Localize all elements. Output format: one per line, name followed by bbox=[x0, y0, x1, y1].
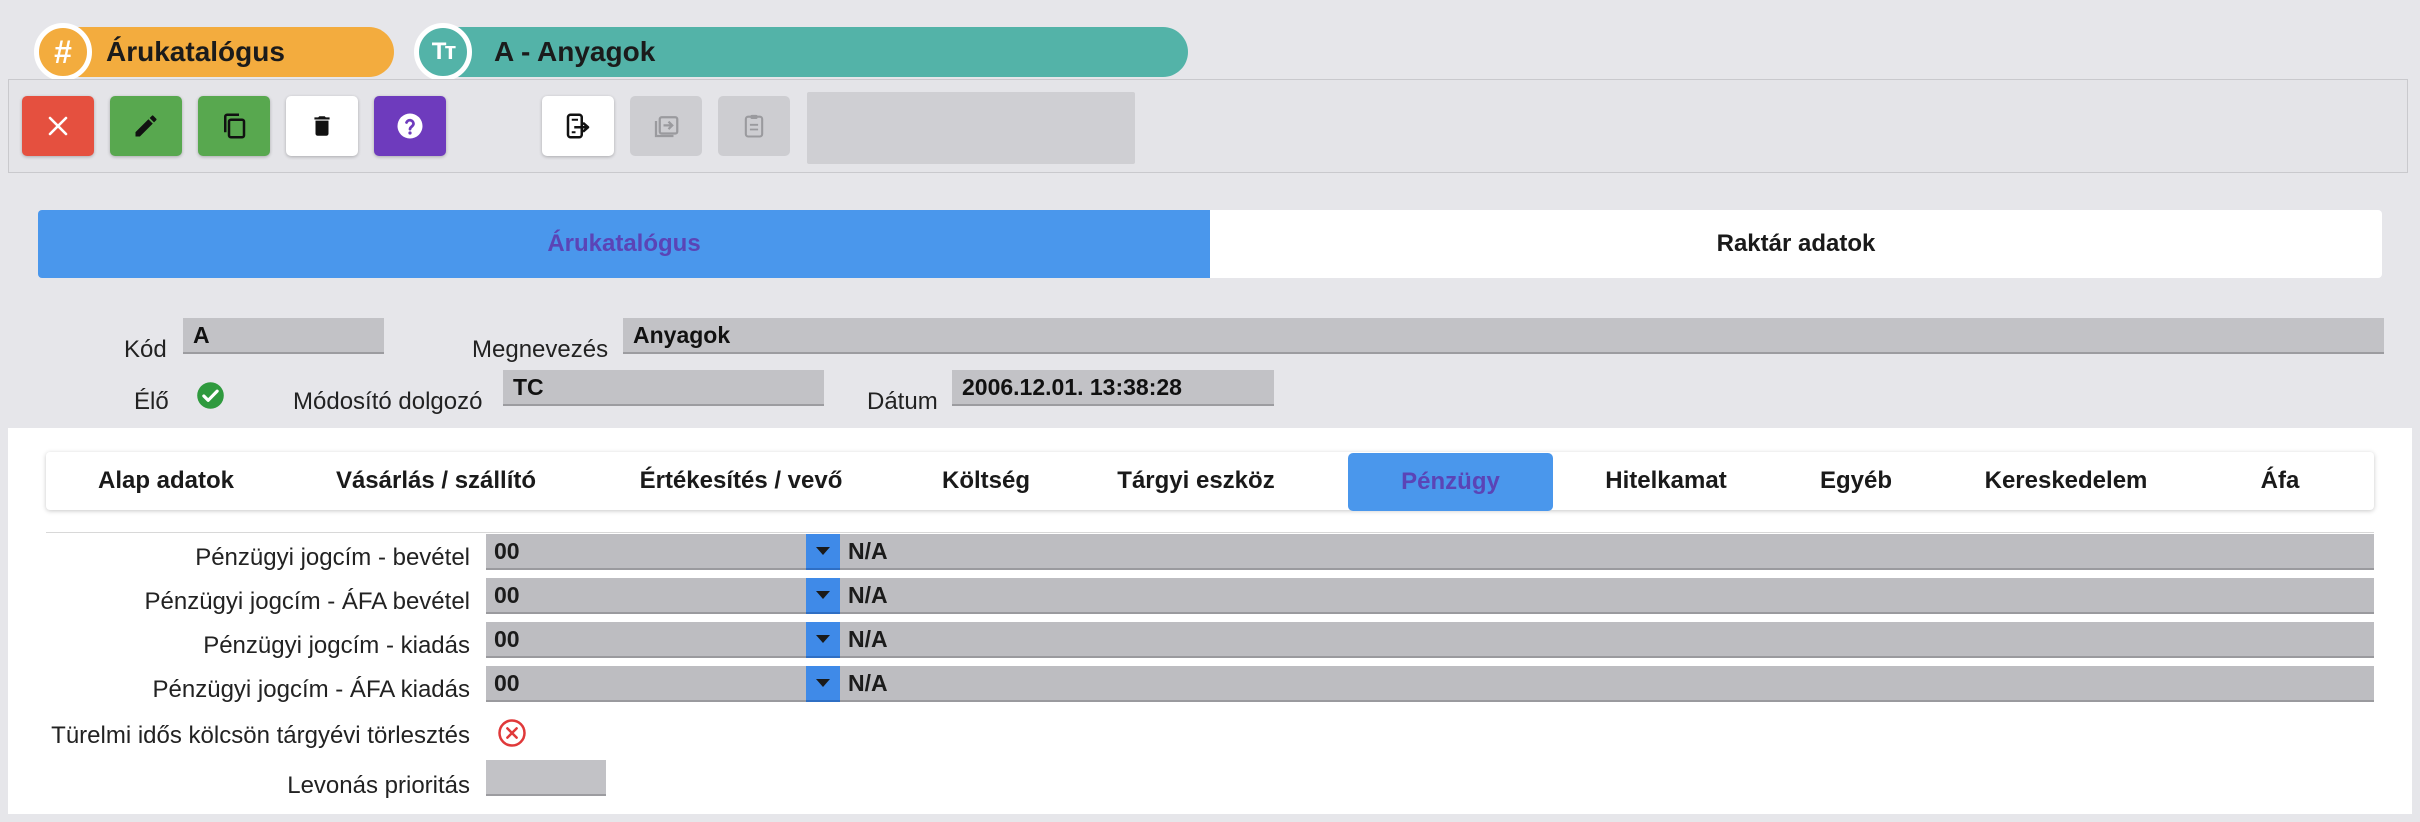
megnevezes-field[interactable]: Anyagok bbox=[623, 318, 2384, 354]
clipboard-icon bbox=[744, 114, 764, 138]
module-title: Árukatalógus bbox=[106, 36, 285, 67]
export-icon bbox=[566, 113, 590, 139]
delete-button[interactable] bbox=[286, 96, 358, 156]
subtab-koltseg[interactable]: Költség bbox=[896, 452, 1076, 510]
datum-field[interactable]: 2006.12.01. 13:38:28 bbox=[952, 370, 1274, 406]
module-pill[interactable]: # Árukatalógus bbox=[34, 23, 394, 81]
kod-field[interactable]: A bbox=[183, 318, 384, 354]
import-button[interactable] bbox=[630, 96, 702, 156]
help-icon bbox=[397, 113, 423, 139]
combo-desc: N/A bbox=[840, 622, 2374, 658]
x-circle-icon bbox=[498, 719, 526, 747]
copy-button[interactable] bbox=[198, 96, 270, 156]
megnevezes-label: Megnevezés bbox=[472, 336, 609, 363]
combo-code[interactable]: 00 bbox=[486, 622, 806, 658]
toolbar bbox=[8, 79, 2408, 173]
penzugy-combo-kiadas[interactable]: 00 N/A bbox=[486, 622, 2374, 658]
subtab-hitelkamat[interactable]: Hitelkamat bbox=[1566, 452, 1766, 510]
subtab-kereskedelem[interactable]: Kereskedelem bbox=[1946, 452, 2186, 510]
penzugy-row-label: Pénzügyi jogcím - ÁFA bevétel bbox=[144, 588, 471, 615]
combo-desc: N/A bbox=[840, 666, 2374, 702]
turelmi-checkbox[interactable] bbox=[497, 718, 527, 748]
combo-desc: N/A bbox=[840, 534, 2374, 570]
chevron-down-icon[interactable] bbox=[806, 622, 840, 658]
main-tabs: Árukatalógus Raktár adatok bbox=[38, 210, 2382, 278]
subtab-penzugy[interactable]: Pénzügy bbox=[1348, 453, 1553, 511]
combo-code[interactable]: 00 bbox=[486, 534, 806, 570]
pencil-icon bbox=[135, 115, 157, 137]
elo-label: Élő bbox=[134, 388, 169, 415]
datum-label: Dátum bbox=[867, 388, 938, 415]
levonas-label: Levonás prioritás bbox=[287, 772, 470, 799]
penzugy-row-label: Pénzügyi jogcím - bevétel bbox=[195, 544, 470, 571]
penzugy-combo-afa-bevetel[interactable]: 00 N/A bbox=[486, 578, 2374, 614]
text-type-icon: Tт bbox=[414, 23, 472, 81]
paste-button[interactable] bbox=[718, 96, 790, 156]
help-button[interactable] bbox=[374, 96, 446, 156]
close-icon bbox=[48, 116, 68, 136]
penzugy-row-label: Pénzügyi jogcím - ÁFA kiadás bbox=[152, 676, 470, 703]
chevron-down-icon[interactable] bbox=[806, 534, 840, 570]
subtab-egyeb[interactable]: Egyéb bbox=[1766, 452, 1946, 510]
import-icon bbox=[654, 116, 679, 138]
combo-code[interactable]: 00 bbox=[486, 578, 806, 614]
chevron-down-icon[interactable] bbox=[806, 578, 840, 614]
modosito-label: Módosító dolgozó bbox=[293, 388, 483, 415]
edit-button[interactable] bbox=[110, 96, 182, 156]
subtab-afa[interactable]: Áfa bbox=[2186, 452, 2374, 510]
penzugy-combo-bevetel[interactable]: 00 N/A bbox=[486, 534, 2374, 570]
record-pill[interactable]: Tт A - Anyagok bbox=[414, 23, 1188, 81]
divider bbox=[46, 532, 2374, 533]
trash-icon bbox=[314, 116, 330, 136]
chevron-down-icon[interactable] bbox=[806, 666, 840, 702]
penzugy-row-label: Pénzügyi jogcím - kiadás bbox=[203, 632, 470, 659]
subtab-alap-adatok[interactable]: Alap adatok bbox=[46, 452, 286, 510]
kod-label: Kód bbox=[124, 336, 167, 363]
penzugy-combo-afa-kiadas[interactable]: 00 N/A bbox=[486, 666, 2374, 702]
check-circle-icon bbox=[197, 382, 224, 409]
levonas-field[interactable] bbox=[486, 760, 606, 796]
modosito-field[interactable]: TC bbox=[503, 370, 824, 406]
subtab-vasarlas-szallito[interactable]: Vásárlás / szállító bbox=[286, 452, 586, 510]
combo-code[interactable]: 00 bbox=[486, 666, 806, 702]
tab-raktar-adatok[interactable]: Raktár adatok bbox=[1210, 210, 2382, 278]
subtab-ertekesites-vevo[interactable]: Értékesítés / vevő bbox=[586, 452, 896, 510]
tab-arukatalogus[interactable]: Árukatalógus bbox=[38, 210, 1210, 278]
combo-desc: N/A bbox=[840, 578, 2374, 614]
turelmi-label: Türelmi idős kölcsön tárgyévi törlesztés bbox=[51, 722, 470, 749]
elo-checkbox[interactable] bbox=[196, 381, 225, 410]
subtab-targyi-eszkoz[interactable]: Tárgyi eszköz bbox=[1076, 452, 1316, 510]
export-button[interactable] bbox=[542, 96, 614, 156]
hash-icon: # bbox=[34, 23, 92, 81]
close-button[interactable] bbox=[22, 96, 94, 156]
record-title: A - Anyagok bbox=[494, 36, 656, 67]
sub-tabs: Alap adatok Vásárlás / szállító Értékesí… bbox=[46, 452, 2374, 511]
toolbar-search-field[interactable] bbox=[807, 92, 1135, 164]
copy-icon bbox=[224, 113, 246, 139]
